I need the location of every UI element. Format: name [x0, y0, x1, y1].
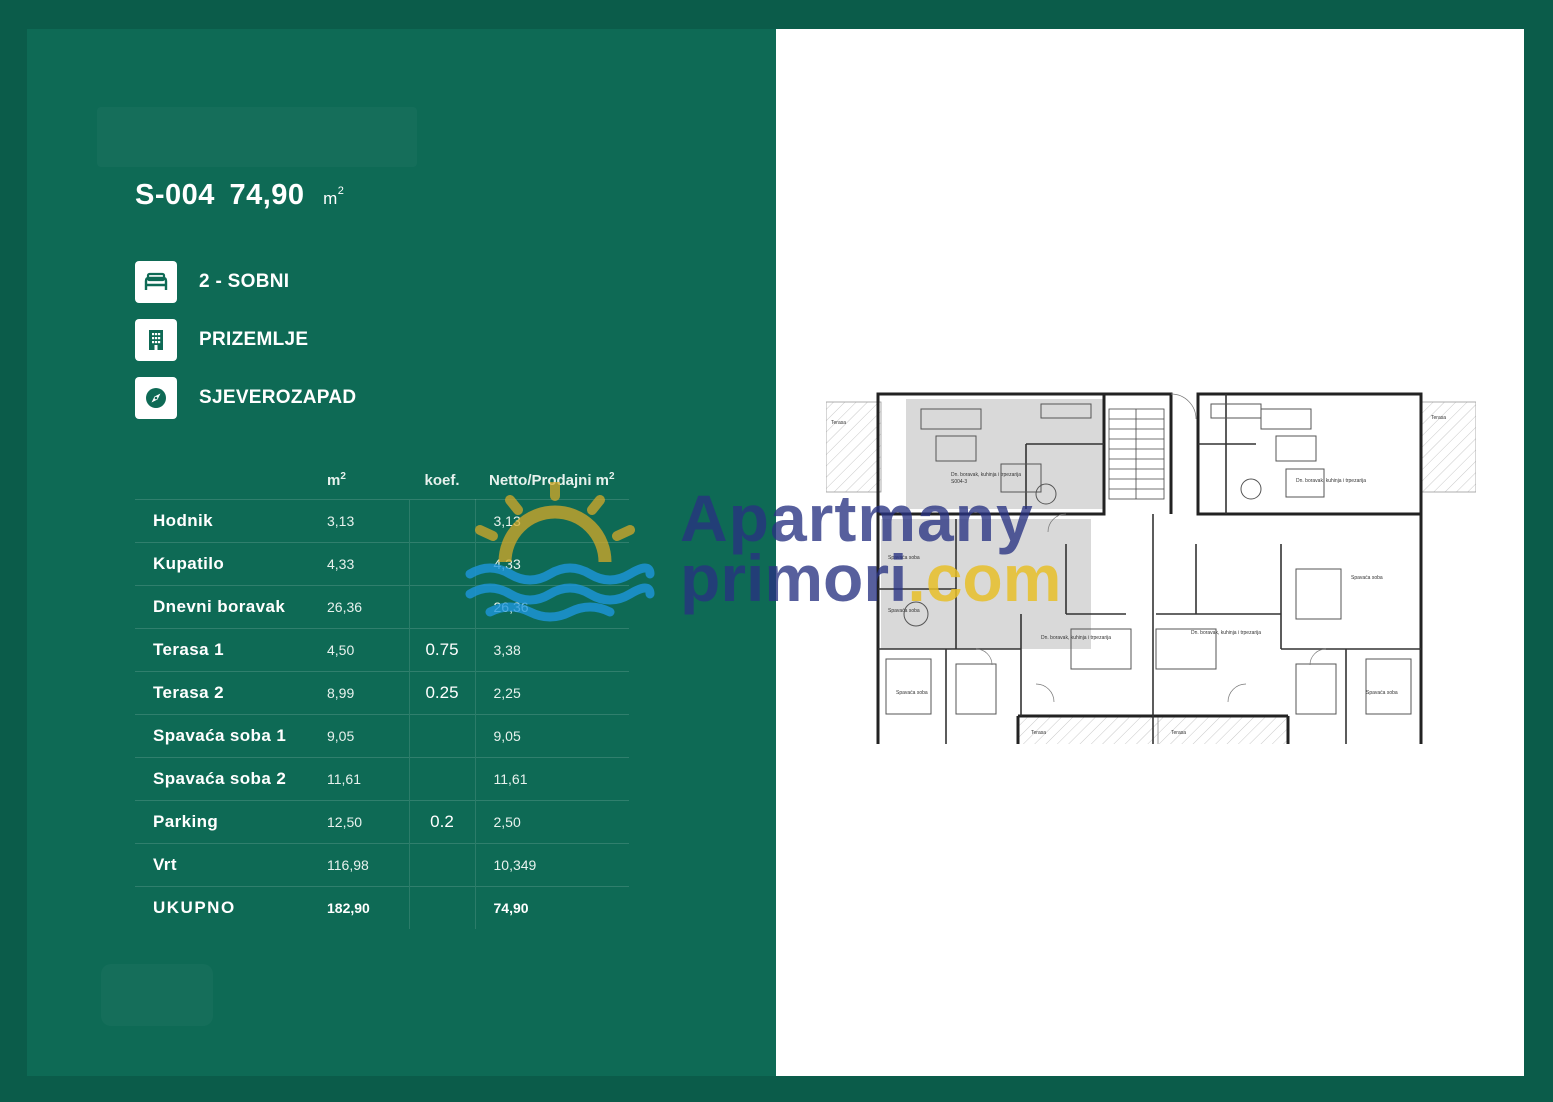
row-name: Dnevni boravak	[135, 585, 327, 629]
row-koef	[408, 585, 476, 629]
header-net: Netto/Prodajni m2	[489, 471, 615, 489]
feature-orientation-label: SJEVEROZAPAD	[199, 387, 357, 408]
row-name: Terasa 1	[135, 628, 327, 672]
svg-text:Spavaća soba: Spavaća soba	[888, 555, 920, 561]
row-name: Hodnik	[135, 499, 327, 543]
table-row: Dnevni boravak 26,36 26,36	[135, 585, 629, 629]
brochure-sheet: S-004 74,90 m2 2 - SOBNI PRIZEMLJE SJEVE…	[27, 29, 1524, 1076]
table-row: Terasa 2 8,99 0.25 2,25	[135, 671, 629, 715]
row-koef	[408, 714, 476, 758]
row-net: 11,61	[475, 757, 629, 801]
feature-rooms: 2 - SOBNI	[135, 261, 289, 303]
row-koef	[408, 542, 476, 586]
row-name: Parking	[135, 800, 327, 844]
area-table: m2 koef. Netto/Prodajni m2 Hodnik 3,13 3,1…	[135, 461, 629, 929]
row-area: 4,50	[327, 628, 409, 672]
floor-plan: Dn. boravak, kuhinja i trpezarija S004-3…	[826, 392, 1476, 744]
svg-text:Dn. boravak, kuhinja i trpezar: Dn. boravak, kuhinja i trpezarija	[1296, 478, 1366, 484]
header-area: m2	[327, 471, 346, 489]
row-koef	[408, 843, 476, 887]
row-net: 2,50	[475, 800, 629, 844]
row-net: 26,36	[475, 585, 629, 629]
svg-text:Terasa: Terasa	[1431, 415, 1446, 421]
row-area: 26,36	[327, 585, 409, 629]
row-area: 8,99	[327, 671, 409, 715]
table-row: Vrt 116,98 10,349	[135, 843, 629, 887]
svg-text:Spavaća soba: Spavaća soba	[896, 690, 928, 696]
header-koef: koef.	[424, 471, 460, 489]
row-net: 4,33	[475, 542, 629, 586]
bed-icon	[135, 261, 177, 303]
table-row: UKUPNO 182,90 74,90	[135, 886, 629, 929]
table-row: Spavaća soba 2 11,61 11,61	[135, 757, 629, 801]
row-net: 9,05	[475, 714, 629, 758]
table-row: Kupatilo 4,33 4,33	[135, 542, 629, 586]
row-koef	[408, 886, 476, 929]
svg-text:Terasa: Terasa	[1031, 730, 1046, 736]
faint-mark	[101, 964, 213, 1026]
unit-title: S-004 74,90 m2	[135, 179, 344, 212]
unit-area-unit: m2	[323, 185, 345, 208]
svg-text:Terasa: Terasa	[831, 420, 846, 426]
svg-text:Spavaća soba: Spavaća soba	[888, 608, 920, 614]
svg-text:S004-3: S004-3	[951, 479, 967, 485]
svg-text:Spavaća soba: Spavaća soba	[1366, 690, 1398, 696]
table-row: Hodnik 3,13 3,13	[135, 499, 629, 543]
row-koef: 0.2	[408, 800, 476, 844]
row-name: UKUPNO	[135, 886, 327, 929]
row-net: 2,25	[475, 671, 629, 715]
table-row: Spavaća soba 1 9,05 9,05	[135, 714, 629, 758]
row-koef: 0.25	[408, 671, 476, 715]
unit-area: 74,90	[229, 179, 305, 211]
row-koef	[408, 757, 476, 801]
unit-code: S-004	[135, 179, 215, 211]
row-area: 182,90	[327, 886, 409, 929]
row-net: 74,90	[475, 886, 629, 929]
svg-text:Spavaća soba: Spavaća soba	[1351, 575, 1383, 581]
feature-orientation: SJEVEROZAPAD	[135, 377, 356, 419]
info-panel: S-004 74,90 m2 2 - SOBNI PRIZEMLJE SJEVE…	[27, 29, 776, 1076]
svg-text:Dn. boravak, kuhinja i trpezar: Dn. boravak, kuhinja i trpezarija	[951, 472, 1021, 478]
feature-rooms-label: 2 - SOBNI	[199, 271, 290, 292]
row-area: 9,05	[327, 714, 409, 758]
faint-logo	[97, 107, 417, 167]
row-name: Terasa 2	[135, 671, 327, 715]
svg-text:Dn. boravak, kuhinja i trpezar: Dn. boravak, kuhinja i trpezarija	[1041, 635, 1111, 641]
row-name: Spavaća soba 1	[135, 714, 327, 758]
floorplan-panel: Dn. boravak, kuhinja i trpezarija S004-3…	[776, 29, 1524, 1076]
table-header: m2 koef. Netto/Prodajni m2	[135, 461, 629, 500]
row-area: 12,50	[327, 800, 409, 844]
row-name: Vrt	[135, 843, 327, 887]
building-icon	[135, 319, 177, 361]
svg-text:Dn. boravak, kuhinja i trpezar: Dn. boravak, kuhinja i trpezarija	[1191, 630, 1261, 636]
feature-floor: PRIZEMLJE	[135, 319, 308, 361]
row-area: 11,61	[327, 757, 409, 801]
row-koef	[408, 499, 476, 543]
row-koef: 0.75	[408, 628, 476, 672]
compass-icon	[135, 377, 177, 419]
svg-text:Terasa: Terasa	[1171, 730, 1186, 736]
row-net: 10,349	[475, 843, 629, 887]
row-name: Kupatilo	[135, 542, 327, 586]
row-name: Spavaća soba 2	[135, 757, 327, 801]
row-area: 4,33	[327, 542, 409, 586]
row-area: 116,98	[327, 843, 409, 887]
feature-floor-label: PRIZEMLJE	[199, 329, 309, 350]
row-area: 3,13	[327, 499, 409, 543]
table-row: Terasa 1 4,50 0.75 3,38	[135, 628, 629, 672]
row-net: 3,38	[475, 628, 629, 672]
table-row: Parking 12,50 0.2 2,50	[135, 800, 629, 844]
row-net: 3,13	[475, 499, 629, 543]
